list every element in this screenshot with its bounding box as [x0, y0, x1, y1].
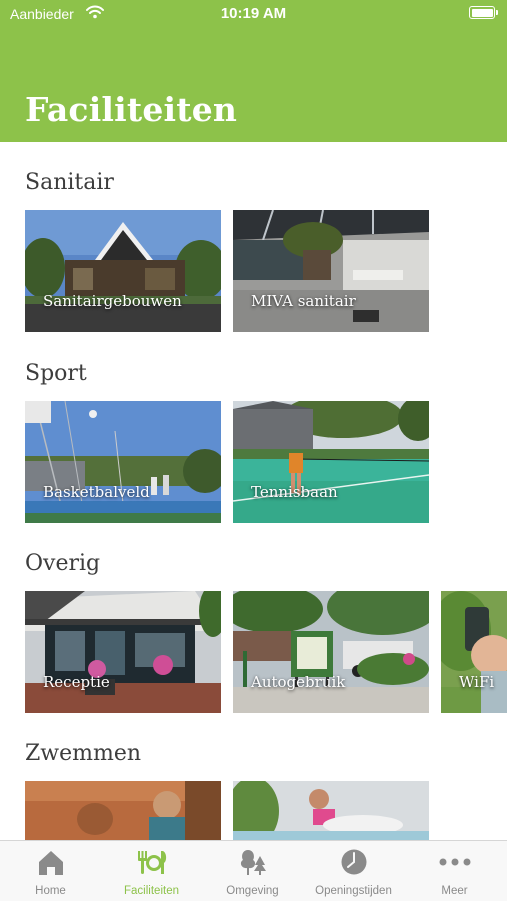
- tile-label: WiFi: [459, 673, 495, 691]
- facility-photo: [233, 781, 429, 840]
- section-title-overig: Overig: [25, 551, 101, 576]
- section-title-zwemmen: Zwemmen: [25, 741, 142, 766]
- facility-photo: [441, 591, 507, 713]
- tab-label: Omgeving: [226, 885, 279, 897]
- facility-tile-zwemmen-2[interactable]: [233, 781, 429, 840]
- facility-tile-tennisbaan[interactable]: Tennisbaan: [233, 401, 429, 523]
- facility-tile-wifi[interactable]: WiFi: [441, 591, 507, 713]
- tab-omgeving[interactable]: Omgeving: [202, 841, 303, 901]
- page-title: Faciliteiten: [25, 90, 238, 129]
- tab-label: Openingstijden: [315, 885, 392, 897]
- tab-label: Home: [35, 885, 66, 897]
- facility-photo: [25, 591, 221, 713]
- facility-photo: [233, 401, 429, 523]
- trees-icon: [240, 850, 266, 875]
- facility-tile-basketbalveld[interactable]: Basketbalveld: [25, 401, 221, 523]
- facility-photo: [25, 401, 221, 523]
- section-title-sanitair: Sanitair: [25, 170, 114, 195]
- clock-icon: [341, 849, 367, 875]
- facility-photo: [25, 781, 221, 840]
- home-icon: [39, 851, 63, 875]
- tab-faciliteiten[interactable]: Faciliteiten: [101, 841, 202, 901]
- tile-label: Autogebruik: [251, 673, 346, 691]
- facility-tile-sanitairgebouwen[interactable]: Sanitairgebouwen: [25, 210, 221, 332]
- tile-label: Basketbalveld: [43, 483, 150, 501]
- tab-label: Meer: [441, 885, 468, 897]
- tab-home[interactable]: Home: [0, 841, 101, 901]
- facility-photo: [233, 210, 429, 332]
- header: Aanbieder 10:19 AM Faciliteiten: [0, 0, 507, 142]
- facility-photo: [233, 591, 429, 713]
- tile-label: MIVA sanitair: [251, 292, 356, 310]
- tab-label: Faciliteiten: [124, 885, 179, 897]
- status-bar: Aanbieder 10:19 AM: [0, 0, 507, 28]
- facility-tile-autogebruik[interactable]: Autogebruik: [233, 591, 429, 713]
- tile-label: Tennisbaan: [251, 483, 338, 501]
- tab-bar: Home Faciliteiten Omgeving Openingstijde…: [0, 840, 507, 901]
- more-icon: [439, 858, 471, 866]
- section-title-sport: Sport: [25, 361, 87, 386]
- facility-tile-receptie[interactable]: Receptie: [25, 591, 221, 713]
- facility-tile-zwemmen-1[interactable]: [25, 781, 221, 840]
- tab-openingstijden[interactable]: Openingstijden: [303, 841, 404, 901]
- cutlery-icon: [138, 851, 167, 874]
- facility-tile-miva-sanitair[interactable]: MIVA sanitair: [233, 210, 429, 332]
- facility-photo: [25, 210, 221, 332]
- status-time: 10:19 AM: [220, 5, 287, 22]
- tile-label: Receptie: [43, 673, 110, 691]
- tab-meer[interactable]: Meer: [404, 841, 505, 901]
- battery-icon: [469, 6, 498, 19]
- tile-label: Sanitairgebouwen: [43, 292, 182, 310]
